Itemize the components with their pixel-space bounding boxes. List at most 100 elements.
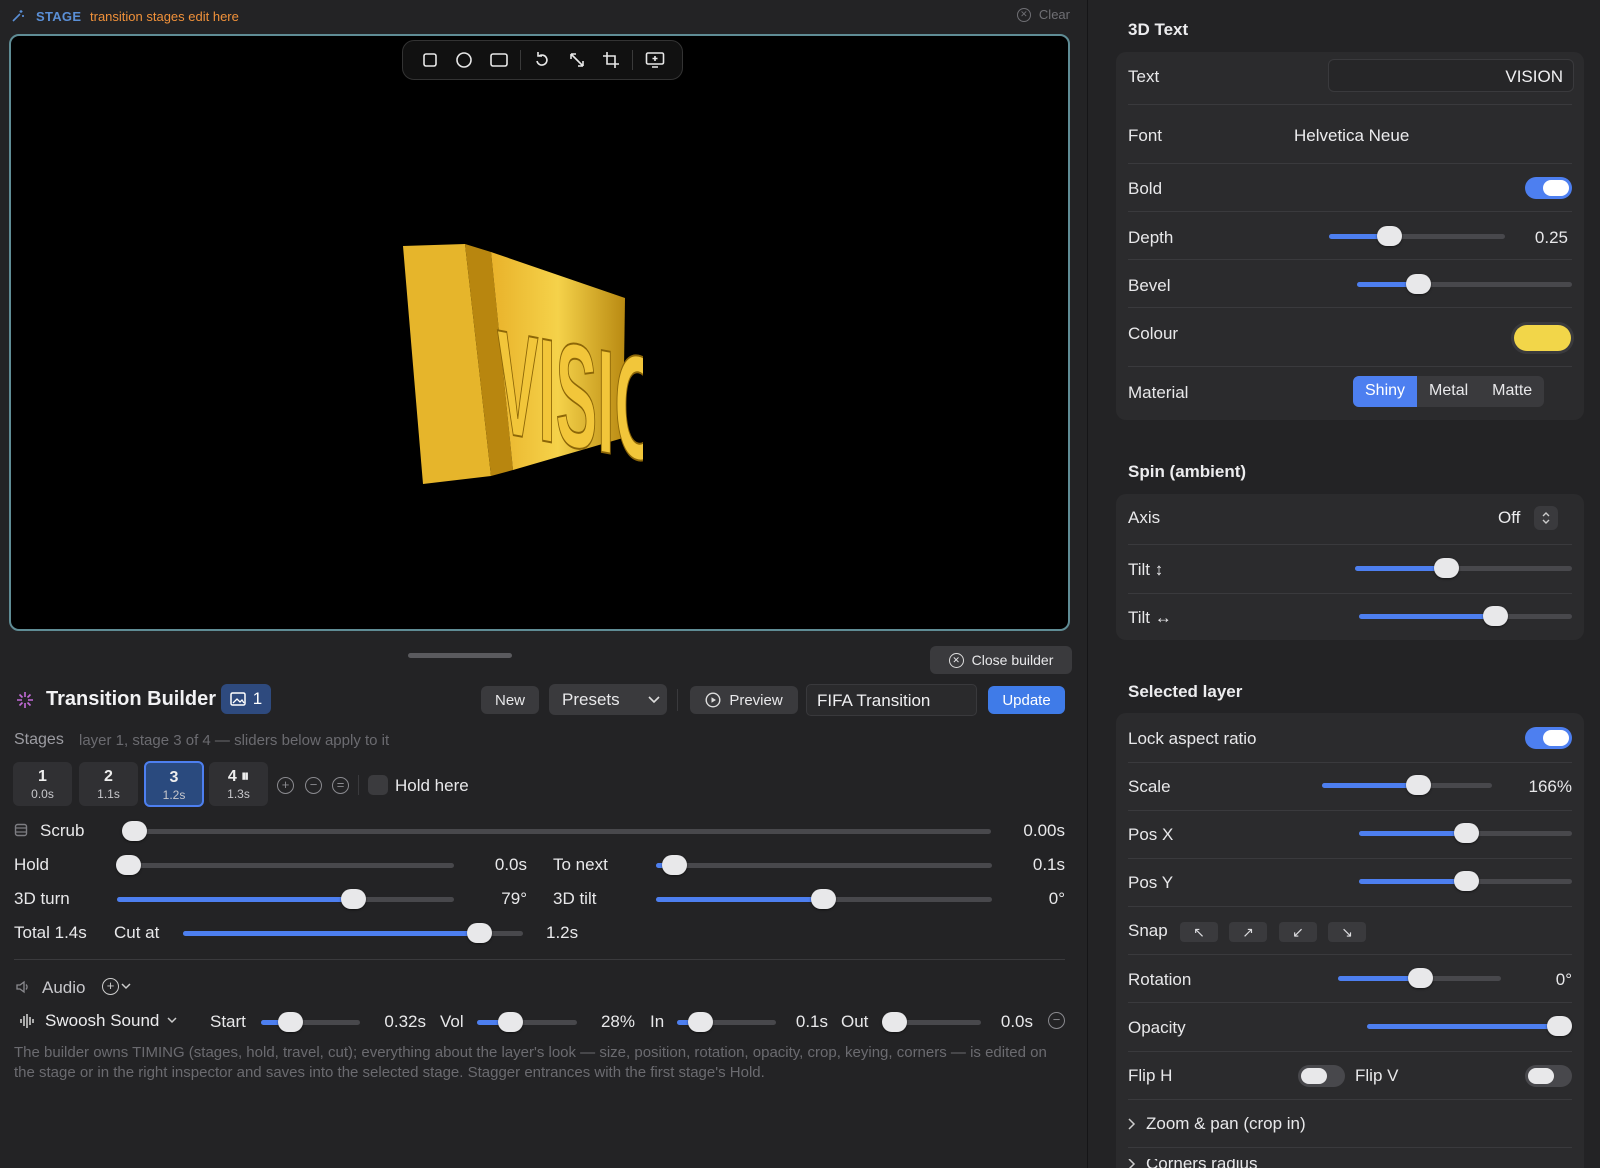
out-label: Out — [841, 1012, 869, 1031]
flip-v-toggle[interactable] — [1525, 1065, 1572, 1087]
tilt-v-knob[interactable] — [1434, 558, 1459, 578]
tilt-h-fill — [1359, 614, 1496, 619]
scrub-knob[interactable] — [122, 821, 147, 841]
resize-icon[interactable] — [564, 47, 590, 73]
close-builder-button[interactable]: ✕ Close builder — [930, 646, 1072, 674]
zoom-pan-disclosure[interactable]: Zoom & pan (crop in) — [1128, 1114, 1306, 1134]
stage-chip-3[interactable]: 3 1.2s — [144, 761, 204, 807]
resize-handle[interactable] — [408, 653, 512, 658]
material-metal[interactable]: Metal — [1417, 376, 1480, 407]
cut-fill — [183, 931, 480, 936]
add-audio-menu[interactable]: + — [102, 978, 131, 995]
close-circle-icon: ✕ — [1016, 7, 1031, 22]
rotation-knob[interactable] — [1408, 968, 1433, 988]
snap-bottom-right-icon[interactable]: ↘ — [1328, 922, 1366, 942]
material-shiny[interactable]: Shiny — [1353, 376, 1418, 407]
in-value: 0.1s — [795, 1012, 828, 1031]
pos-y-knob[interactable] — [1454, 871, 1479, 891]
scrub-track[interactable] — [126, 829, 991, 834]
builder-panel: STAGE transition stages edit here ✕ Clea… — [0, 0, 1086, 1168]
text-input[interactable]: VISION — [1328, 59, 1574, 92]
pos-y-label: Pos Y — [1128, 873, 1174, 892]
film-icon — [14, 823, 28, 837]
snap-bottom-left-icon[interactable]: ↙ — [1279, 922, 1317, 942]
preview-label: Preview — [729, 691, 783, 709]
in-knob[interactable] — [688, 1012, 713, 1032]
material-label: Material — [1128, 383, 1189, 402]
remove-audio-icon[interactable]: − — [1048, 1012, 1065, 1029]
vol-knob[interactable] — [498, 1012, 523, 1032]
total-label: Total 1.4s — [14, 923, 87, 942]
stage-chip-2[interactable]: 2 1.1s — [79, 762, 138, 806]
hold-label: Hold — [14, 855, 49, 874]
presets-dropdown[interactable]: Presets — [549, 684, 667, 715]
depth-knob[interactable] — [1377, 226, 1402, 246]
hold-here-checkbox[interactable] — [368, 775, 388, 795]
new-button[interactable]: New — [481, 686, 539, 714]
out-knob[interactable] — [882, 1012, 907, 1032]
add-stage-icon[interactable]: + — [277, 777, 294, 794]
hold-track[interactable] — [118, 863, 454, 868]
opacity-knob[interactable] — [1547, 1016, 1572, 1036]
depth-value: 0.25 — [1534, 228, 1568, 247]
snap-top-right-icon[interactable]: ↗ — [1229, 922, 1267, 942]
row-separator — [1128, 1002, 1572, 1003]
material-matte[interactable]: Matte — [1480, 376, 1544, 407]
stage-canvas[interactable]: VISION — [9, 34, 1070, 631]
clear-button[interactable]: ✕ Clear — [1016, 7, 1070, 22]
rotate-icon[interactable] — [529, 47, 555, 73]
lock-aspect-toggle[interactable] — [1525, 727, 1572, 749]
remove-stage-icon[interactable]: − — [305, 777, 322, 794]
scale-label: Scale — [1128, 777, 1171, 796]
sound-picker[interactable]: Swoosh Sound — [19, 1011, 177, 1031]
material-segmented-control[interactable]: Shiny Metal Matte — [1353, 376, 1545, 407]
preview-button[interactable]: Preview — [690, 686, 798, 714]
font-picker[interactable]: Helvetica Neue — [1294, 126, 1409, 146]
update-label: Update — [1002, 691, 1051, 709]
duplicate-stage-icon[interactable]: = — [332, 777, 349, 794]
stage-number: 4 ⏸ — [227, 768, 250, 785]
colour-swatch[interactable] — [1514, 325, 1571, 351]
stage-chip-1[interactable]: 1 0.0s — [13, 762, 72, 806]
square-icon[interactable] — [417, 47, 443, 73]
transition-name-input[interactable]: FIFA Transition — [806, 684, 977, 716]
corners-disclosure[interactable]: Corners radius — [1128, 1159, 1258, 1168]
crop-icon[interactable] — [598, 47, 624, 73]
bevel-knob[interactable] — [1406, 274, 1431, 294]
to-next-label: To next — [553, 855, 608, 874]
update-button[interactable]: Update — [988, 686, 1065, 714]
rounded-rect-icon[interactable] — [486, 47, 512, 73]
stage-chip-4[interactable]: 4 ⏸ 1.3s — [209, 762, 268, 806]
bevel-label: Bevel — [1128, 276, 1171, 295]
stage-time: 1.3s — [227, 787, 250, 801]
tilt-fill — [656, 897, 824, 902]
turn-knob[interactable] — [341, 889, 366, 909]
cut-knob[interactable] — [467, 923, 492, 943]
tilt-h-knob[interactable] — [1483, 606, 1508, 626]
row-separator — [1128, 810, 1572, 811]
scale-knob[interactable] — [1406, 775, 1431, 795]
screen-add-icon[interactable] — [642, 47, 668, 73]
close-builder-label: Close builder — [971, 652, 1054, 668]
start-knob[interactable] — [278, 1012, 303, 1032]
layer-count-badge[interactable]: 1 — [221, 684, 271, 714]
vol-label: Vol — [440, 1012, 464, 1031]
flip-h-label: Flip H — [1128, 1066, 1173, 1085]
hold-knob[interactable] — [116, 855, 141, 875]
tilt-knob[interactable] — [811, 889, 836, 909]
circle-icon[interactable] — [451, 47, 477, 73]
snap-top-left-icon[interactable]: ↖ — [1180, 922, 1218, 942]
to-next-knob[interactable] — [662, 855, 687, 875]
pos-y-fill — [1359, 879, 1466, 884]
vision-3d-text[interactable]: VISION — [393, 206, 643, 496]
flip-h-toggle[interactable] — [1298, 1065, 1345, 1087]
layer-section-title: Selected layer — [1128, 682, 1243, 701]
stage-number: 2 — [104, 768, 113, 785]
axis-label: Axis — [1128, 508, 1161, 527]
header-divider — [677, 689, 678, 711]
pos-x-knob[interactable] — [1454, 823, 1479, 843]
start-value: 0.32s — [384, 1012, 426, 1031]
to-next-track[interactable] — [656, 863, 992, 868]
bold-toggle[interactable] — [1525, 177, 1572, 199]
axis-select[interactable]: Off — [1498, 506, 1559, 530]
